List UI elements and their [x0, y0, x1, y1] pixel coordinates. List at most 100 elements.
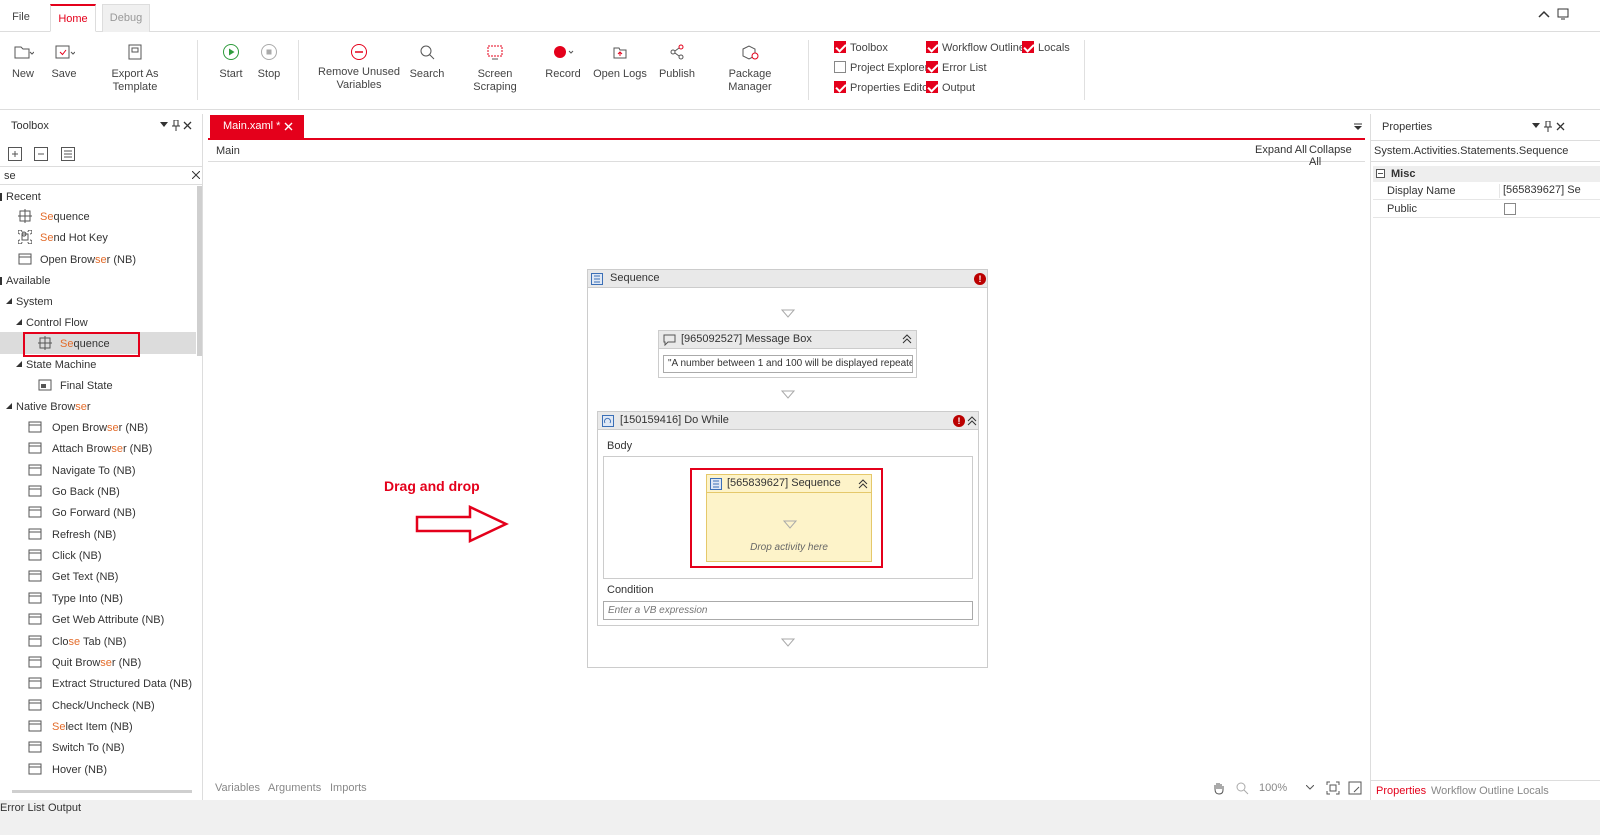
- output-checkbox[interactable]: Output: [926, 80, 975, 96]
- toolbox-item[interactable]: Get Text (NB): [28, 567, 118, 587]
- stop-button[interactable]: Stop: [254, 40, 284, 81]
- toolbox-item[interactable]: Attach Browser (NB): [28, 439, 152, 459]
- document-tab[interactable]: Main.xaml *: [210, 115, 304, 139]
- locals-checkbox[interactable]: Locals: [1022, 40, 1070, 56]
- toolbox-item[interactable]: Extract Structured Data (NB): [28, 674, 192, 694]
- toolbox-item[interactable]: Quit Browser (NB): [28, 653, 141, 673]
- misc-category[interactable]: Misc: [1373, 166, 1600, 182]
- toolbox-item[interactable]: Select Item (NB): [28, 717, 133, 737]
- collapse-all-icon[interactable]: [34, 147, 48, 161]
- export-template-button[interactable]: Export As Template: [90, 40, 180, 94]
- screen-scraping-button[interactable]: Screen Scraping: [456, 40, 534, 94]
- toolbox-item[interactable]: Go Forward (NB): [28, 503, 136, 523]
- imports-tab[interactable]: Imports: [330, 782, 367, 794]
- toolbox-item[interactable]: Refresh (NB): [28, 525, 116, 545]
- remove-unused-variables-button[interactable]: Remove Unused Variables: [318, 40, 400, 92]
- close-icon[interactable]: [183, 121, 192, 130]
- tab-properties[interactable]: Properties: [1376, 785, 1426, 797]
- tab-home[interactable]: Home: [50, 4, 96, 32]
- toolbox-item[interactable]: Close Tab (NB): [28, 632, 126, 652]
- horizontal-scrollbar[interactable]: [4, 788, 192, 794]
- zoom-icon[interactable]: [1235, 781, 1249, 795]
- tree-group-native-browser[interactable]: Native Browser: [6, 397, 91, 417]
- zoom-level[interactable]: 100%: [1259, 782, 1287, 794]
- close-icon[interactable]: [1556, 122, 1565, 131]
- window-icon[interactable]: [1557, 8, 1569, 20]
- toolbox-item[interactable]: Get Web Attribute (NB): [28, 610, 164, 630]
- tree-group-system[interactable]: System: [6, 292, 53, 312]
- expand-all-icon[interactable]: [8, 147, 22, 161]
- toolbox-item[interactable]: Sequence: [18, 207, 90, 227]
- toolbox-item[interactable]: Switch To (NB): [28, 738, 125, 758]
- tab-file[interactable]: File: [0, 4, 42, 32]
- package-manager-button[interactable]: Package Manager: [706, 40, 794, 94]
- error-icon[interactable]: !: [974, 273, 986, 285]
- properties-editor-checkbox[interactable]: Properties Editor: [834, 80, 932, 96]
- toolbox-item[interactable]: Check/Uncheck (NB): [28, 696, 155, 716]
- tab-locals[interactable]: Locals: [1517, 785, 1549, 797]
- toolbox-item[interactable]: Go Back (NB): [28, 482, 120, 502]
- clear-search-icon[interactable]: [192, 171, 200, 179]
- toolbox-item[interactable]: Open Browser (NB): [28, 418, 148, 438]
- error-list-checkbox[interactable]: Error List: [926, 60, 987, 76]
- toolbox-checkbox[interactable]: Toolbox: [834, 40, 888, 56]
- pin-icon[interactable]: [1544, 121, 1552, 132]
- scrollbar-thumb[interactable]: [197, 186, 202, 356]
- new-button[interactable]: New: [8, 40, 38, 81]
- scrollbar-thumb[interactable]: [12, 790, 192, 793]
- fit-screen-icon[interactable]: [1326, 781, 1340, 795]
- tab-debug[interactable]: Debug: [102, 4, 150, 32]
- pin-icon[interactable]: [172, 120, 180, 131]
- collapse-all-link[interactable]: Collapse All: [1309, 144, 1365, 168]
- do-while-header[interactable]: [150159416] Do While: [598, 412, 978, 430]
- outer-sequence-header[interactable]: Sequence: [588, 270, 987, 288]
- tree-group-recent[interactable]: Recent: [0, 187, 41, 207]
- save-button[interactable]: Save: [50, 40, 78, 81]
- breadcrumb[interactable]: Main: [216, 145, 240, 157]
- toolbox-item[interactable]: Type Into (NB): [28, 589, 123, 609]
- project-explorer-checkbox[interactable]: Project Explorer: [834, 60, 928, 76]
- publish-button[interactable]: Publish: [656, 40, 698, 81]
- overview-icon[interactable]: [1348, 781, 1362, 795]
- toolbox-item[interactable]: Open Browser (NB): [18, 250, 136, 270]
- collapse-icon[interactable]: [967, 416, 977, 426]
- display-name-value[interactable]: [565839627] Se: [1499, 184, 1600, 198]
- error-icon[interactable]: !: [953, 415, 965, 427]
- record-button[interactable]: Record: [544, 40, 582, 81]
- collapse-ribbon-icon[interactable]: [1538, 10, 1550, 18]
- workflow-outline-checkbox[interactable]: Workflow Outline: [926, 40, 1025, 56]
- search-button[interactable]: Search: [408, 40, 446, 81]
- tree-group-control-flow[interactable]: Control Flow: [16, 313, 88, 333]
- toolbox-scrollbar[interactable]: [196, 186, 203, 794]
- error-list-tab[interactable]: Error List: [0, 802, 45, 814]
- arguments-tab[interactable]: Arguments: [268, 782, 321, 794]
- message-box-activity[interactable]: [965092527] Message Box "A number betwee…: [658, 330, 917, 378]
- toolbox-item[interactable]: Final State: [38, 376, 113, 396]
- list-view-icon[interactable]: [61, 147, 75, 161]
- tab-overflow-icon[interactable]: [1354, 123, 1362, 131]
- tree-group-available[interactable]: Available: [0, 271, 50, 291]
- toolbox-item[interactable]: Hover (NB): [28, 760, 107, 780]
- message-box-header[interactable]: [965092527] Message Box: [659, 331, 916, 349]
- tree-group-state-machine[interactable]: State Machine: [16, 355, 96, 375]
- hand-icon[interactable]: [1212, 781, 1226, 795]
- open-logs-button[interactable]: Open Logs: [592, 40, 648, 81]
- collapse-category-icon[interactable]: [1376, 169, 1385, 178]
- dropdown-icon[interactable]: [160, 122, 168, 128]
- toolbox-item[interactable]: Click (NB): [28, 546, 102, 566]
- toolbox-search-input[interactable]: [4, 168, 184, 183]
- output-tab[interactable]: Output: [48, 802, 81, 814]
- expand-all-link[interactable]: Expand All: [1255, 144, 1307, 156]
- condition-input[interactable]: [603, 601, 973, 620]
- close-tab-icon[interactable]: [284, 122, 293, 131]
- public-checkbox[interactable]: [1504, 203, 1516, 215]
- tab-workflow-outline[interactable]: Workflow Outline: [1431, 785, 1514, 797]
- zoom-dropdown-icon[interactable]: [1306, 785, 1314, 790]
- start-button[interactable]: Start: [216, 40, 246, 81]
- message-text-input[interactable]: "A number between 1 and 100 will be disp…: [663, 355, 913, 373]
- collapse-icon[interactable]: [902, 334, 912, 344]
- dropdown-icon[interactable]: [1532, 123, 1540, 129]
- variables-tab[interactable]: Variables: [215, 782, 260, 794]
- toolbox-item[interactable]: Navigate To (NB): [28, 461, 136, 481]
- toolbox-item[interactable]: Send Hot Key: [18, 228, 108, 248]
